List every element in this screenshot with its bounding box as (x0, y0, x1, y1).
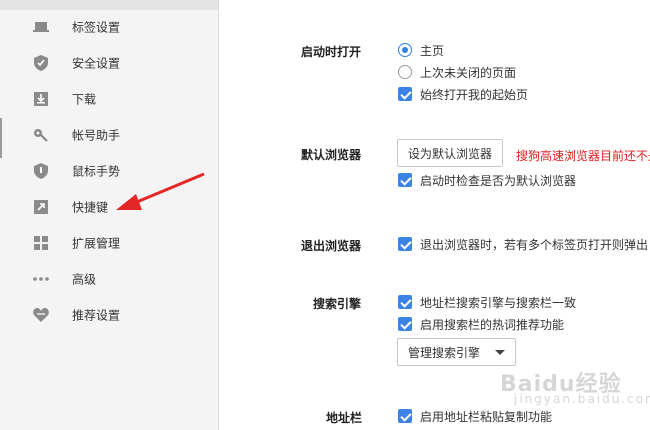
heart-icon (33, 307, 49, 323)
window-edge-mark (0, 118, 2, 158)
checkbox[interactable] (398, 317, 412, 331)
exit-browser-section-label: 退出浏览器 (301, 239, 362, 253)
sidebar-item-label: 高级 (72, 272, 97, 287)
checkbox[interactable] (398, 173, 412, 187)
sidebar-item-security-settings[interactable]: 安全设置 (0, 45, 218, 81)
sidebar-item-label: 安全设置 (72, 56, 121, 71)
search-engine-section-label: 搜索引擎 (313, 297, 362, 311)
check-default-on-startup-option[interactable]: 启动时检查是否为默认浏览器 (398, 172, 576, 188)
option-label: 上次未关闭的页面 (420, 65, 517, 80)
option-label: 启用地址栏粘贴复制功能 (420, 409, 553, 424)
manage-search-engines-dropdown[interactable]: 管理搜索引擎 (397, 338, 516, 366)
shortcut-arrow-icon (33, 199, 49, 215)
sidebar-item-label: 快捷键 (72, 200, 109, 215)
default-browser-section-label: 默认浏览器 (301, 148, 362, 162)
tab-icon (33, 19, 49, 35)
checkbox[interactable] (398, 409, 412, 423)
key-icon (33, 127, 49, 143)
sidebar-item-label: 扩展管理 (72, 236, 121, 251)
checkbox[interactable] (398, 237, 412, 251)
startup-homepage-option[interactable]: 主页 (398, 42, 444, 58)
sidebar-item-download[interactable]: 下载 (0, 81, 218, 117)
option-label: 退出浏览器时，若有多个标签页打开则弹出 (420, 237, 649, 252)
sidebar-item-account-assistant[interactable]: 帐号助手 (0, 117, 218, 153)
option-label: 启用搜索栏的热词推荐功能 (420, 317, 565, 332)
option-label: 主页 (420, 43, 445, 58)
address-bar-search-sync-option[interactable]: 地址栏搜索引擎与搜索栏一致 (398, 294, 576, 310)
sidebar-item-recommended[interactable]: 推荐设置 (0, 297, 218, 333)
radio-button[interactable] (398, 65, 412, 79)
shield-check-icon (33, 55, 49, 71)
mouse-gesture-icon (33, 163, 49, 179)
sidebar-item-label: 推荐设置 (72, 308, 121, 323)
option-label: 地址栏搜索引擎与搜索栏一致 (420, 295, 577, 310)
default-browser-warning: 搜狗高速浏览器目前还不是 (516, 149, 650, 163)
checkbox[interactable] (398, 87, 412, 101)
set-default-browser-button[interactable]: 设为默认浏览器 (397, 139, 504, 167)
address-bar-paste-copy-option[interactable]: 启用地址栏粘贴复制功能 (398, 408, 552, 424)
checkbox[interactable] (398, 295, 412, 309)
sidebar-item-tab-settings[interactable]: 标签设置 (0, 9, 218, 45)
sidebar-item-label: 标签设置 (72, 20, 121, 35)
baidu-watermark-url: jingyan.baidu.com (514, 392, 650, 406)
startup-section-label: 启动时打开 (301, 45, 362, 59)
chevron-down-icon (495, 349, 505, 355)
sidebar-item-advanced[interactable]: 高级 (0, 261, 218, 297)
exit-confirm-multiple-tabs-option[interactable]: 退出浏览器时，若有多个标签页打开则弹出 (398, 236, 648, 252)
startup-restore-pages-option[interactable]: 上次未关闭的页面 (398, 64, 516, 80)
option-label: 始终打开我的起始页 (420, 87, 529, 102)
option-label: 启动时检查是否为默认浏览器 (420, 173, 577, 188)
more-dots-icon (33, 271, 49, 287)
download-icon (33, 91, 49, 107)
radio-button[interactable] (398, 43, 412, 57)
extensions-grid-icon (33, 235, 49, 251)
dropdown-label: 管理搜索引擎 (408, 345, 481, 360)
sidebar-item-label: 帐号助手 (72, 128, 121, 143)
sidebar-item-extensions[interactable]: 扩展管理 (0, 225, 218, 261)
search-hot-words-option[interactable]: 启用搜索栏的热词推荐功能 (398, 316, 564, 332)
annotation-arrow (116, 172, 205, 210)
startup-open-start-page-option[interactable]: 始终打开我的起始页 (398, 86, 528, 102)
sidebar-item-label: 下载 (72, 92, 97, 107)
address-bar-section-label: 地址栏 (326, 411, 363, 425)
